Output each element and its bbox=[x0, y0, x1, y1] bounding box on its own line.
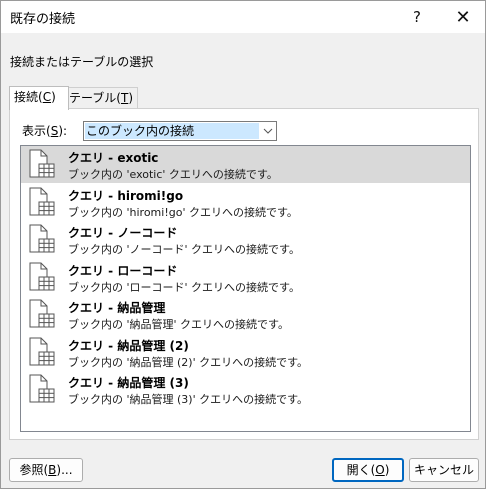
connection-name: クエリ - 納品管理 (2) bbox=[68, 338, 189, 353]
connection-item[interactable]: クエリ - hiromi!go ブック内の 'hiromi!go' クエリへの接続… bbox=[21, 184, 470, 221]
tab-tables[interactable]: テーブル(T) bbox=[64, 87, 138, 109]
close-button[interactable]: ✕ bbox=[441, 1, 485, 33]
connection-name: クエリ - hiromi!go bbox=[68, 188, 184, 203]
connection-description: ブック内の '納品管理 (2)' クエリへの接続です。 bbox=[68, 355, 309, 369]
table-document-icon bbox=[27, 374, 57, 407]
show-label: 表示(S): bbox=[22, 124, 68, 138]
connection-name: クエリ - exotic bbox=[68, 151, 159, 165]
connection-item[interactable]: クエリ - 納品管理 (3) ブック内の '納品管理 (3)' クエリへの接続です… bbox=[21, 371, 470, 408]
table-document-icon bbox=[27, 299, 57, 332]
connection-description: ブック内の '納品管理 (3)' クエリへの接続です。 bbox=[68, 393, 309, 406]
connection-description: ブック内の 'hiromi!go' クエリへの接続です。 bbox=[68, 205, 298, 219]
connection-item[interactable]: クエリ - 納品管理ブック内の '納品管理' クエリへの接続です。 bbox=[21, 296, 470, 333]
connection-description: ブック内の 'ローコード' クエリへの接続です。 bbox=[68, 280, 300, 294]
instruction-text: 接続またはテーブルの選択 bbox=[10, 55, 154, 69]
connection-name: クエリ - ローコード bbox=[68, 263, 178, 278]
title-bar: 既存の接続 ? ✕ bbox=[1, 1, 485, 33]
table-document-icon bbox=[27, 262, 57, 295]
dialog-title: 既存の接続 bbox=[10, 12, 76, 27]
browse-button[interactable]: 参照(B)... bbox=[9, 458, 83, 482]
connection-name: クエリ - 納品管理 (3) bbox=[68, 376, 189, 390]
connection-description: ブック内の '納品管理' クエリへの接続です。 bbox=[68, 318, 289, 331]
connection-name: クエリ - 納品管理 bbox=[68, 301, 166, 315]
connection-item[interactable]: クエリ - ノーコードブック内の 'ノーコード' クエリへの接続です。 bbox=[21, 221, 470, 258]
table-document-icon bbox=[27, 337, 57, 370]
table-document-icon bbox=[27, 149, 57, 182]
existing-connections-dialog: 既存の接続 ? ✕ 接続またはテーブルの選択 接続(C) テーブル(T) 表示(… bbox=[0, 0, 486, 489]
connection-name: クエリ - ノーコード bbox=[68, 226, 178, 240]
chevron-down-icon[interactable] bbox=[259, 122, 276, 140]
help-button[interactable]: ? bbox=[395, 1, 439, 33]
open-button[interactable]: 開く(O) bbox=[332, 458, 404, 482]
show-dropdown[interactable]: このブック内の接続 bbox=[83, 121, 277, 141]
table-document-icon bbox=[27, 224, 57, 257]
connections-panel: 表示(S): このブック内の接続 クエリ - exotic ブック内の 'exot… bbox=[9, 108, 479, 440]
connection-item[interactable]: クエリ - ローコードブック内の 'ローコード' クエリへの接続です。 bbox=[21, 259, 470, 296]
connection-item[interactable]: クエリ - 納品管理 (2) ブック内の '納品管理 (2)' クエリへの接続です… bbox=[21, 334, 470, 371]
table-document-icon bbox=[27, 187, 57, 220]
connection-description: ブック内の 'exotic' クエリへの接続です。 bbox=[68, 168, 278, 181]
cancel-button[interactable]: キャンセル bbox=[409, 458, 479, 482]
connections-list[interactable]: クエリ - exotic ブック内の 'exotic' クエリへの接続です。 クエリ… bbox=[20, 145, 471, 432]
show-dropdown-value: このブック内の接続 bbox=[85, 123, 259, 139]
connection-item[interactable]: クエリ - exotic ブック内の 'exotic' クエリへの接続です。 bbox=[21, 146, 470, 183]
connection-description: ブック内の 'ノーコード' クエリへの接続です。 bbox=[68, 243, 300, 256]
tab-connections[interactable]: 接続(C) bbox=[9, 86, 69, 110]
